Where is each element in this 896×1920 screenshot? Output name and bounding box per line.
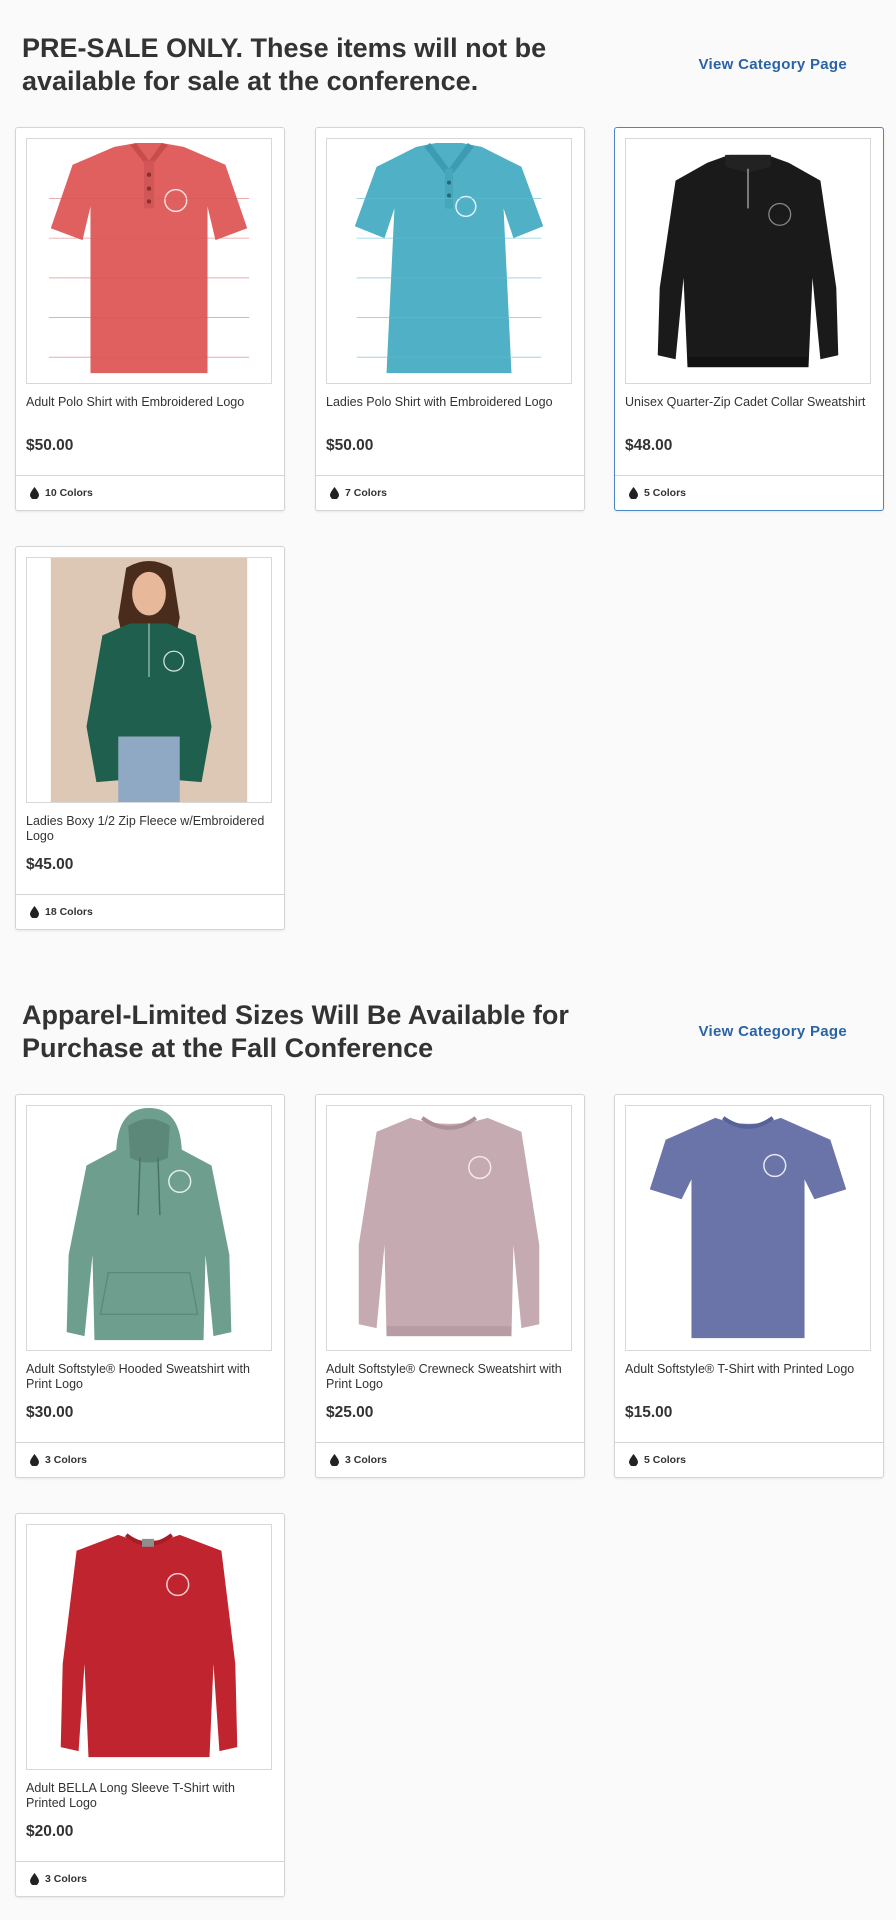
- product-image[interactable]: [26, 138, 272, 384]
- product-name[interactable]: Adult Polo Shirt with Embroidered Logo: [26, 395, 276, 410]
- product-card[interactable]: Adult Softstyle® Hooded Sweatshirt with …: [15, 1094, 285, 1478]
- t-shirt-image: [649, 1116, 847, 1339]
- section-title: PRE-SALE ONLY. These items will not be a…: [22, 33, 547, 96]
- droplet-icon: [30, 487, 39, 499]
- hooded-sweatshirt-image: [66, 1107, 232, 1341]
- card-footer: 3 Colors: [316, 1442, 584, 1477]
- product-name[interactable]: Ladies Polo Shirt with Embroidered Logo: [326, 395, 576, 410]
- product-image[interactable]: [26, 1524, 272, 1770]
- product-card[interactable]: Adult Polo Shirt with Embroidered Logo $…: [15, 127, 285, 511]
- polo-shirt-image: [354, 142, 544, 374]
- droplet-icon: [30, 1873, 39, 1885]
- product-image[interactable]: [625, 138, 871, 384]
- color-count: 5 Colors: [644, 487, 687, 499]
- polo-shirt-image: [48, 142, 250, 374]
- product-name[interactable]: Adult Softstyle® Crewneck Sweatshirt wit…: [326, 1362, 576, 1392]
- product-card[interactable]: Adult BELLA Long Sleeve T-Shirt with Pri…: [15, 1513, 285, 1897]
- quarter-zip-sweatshirt-image: [657, 154, 839, 368]
- product-price: $25.00: [326, 1404, 374, 1421]
- product-price: $50.00: [326, 437, 374, 454]
- section-header: Apparel-Limited Sizes Will Be Available …: [22, 967, 896, 1077]
- card-footer: 5 Colors: [615, 475, 883, 510]
- color-count: 5 Colors: [644, 1454, 687, 1466]
- product-name[interactable]: Adult Softstyle® Hooded Sweatshirt with …: [26, 1362, 276, 1392]
- product-card[interactable]: Ladies Polo Shirt with Embroidered Logo …: [315, 127, 585, 511]
- color-count: 3 Colors: [45, 1873, 88, 1885]
- product-price: $15.00: [625, 1404, 673, 1421]
- section-title: Apparel-Limited Sizes Will Be Available …: [22, 1000, 569, 1063]
- view-category-link[interactable]: View Category Page: [698, 1023, 847, 1040]
- product-name[interactable]: Ladies Boxy 1/2 Zip Fleece w/Embroidered…: [26, 814, 276, 844]
- crewneck-sweatshirt-image: [358, 1116, 540, 1337]
- card-footer: 18 Colors: [16, 894, 284, 929]
- long-sleeve-t-shirt-image: [60, 1533, 238, 1758]
- droplet-icon: [330, 1454, 339, 1466]
- droplet-icon: [30, 906, 39, 918]
- color-count: 7 Colors: [345, 487, 388, 499]
- product-card[interactable]: Ladies Boxy 1/2 Zip Fleece w/Embroidered…: [15, 546, 285, 930]
- product-price: $50.00: [26, 437, 74, 454]
- card-footer: 3 Colors: [16, 1861, 284, 1896]
- card-footer: 10 Colors: [16, 475, 284, 510]
- product-card[interactable]: Adult Softstyle® T-Shirt with Printed Lo…: [614, 1094, 884, 1478]
- color-count: 3 Colors: [345, 1454, 388, 1466]
- product-image[interactable]: [326, 138, 572, 384]
- product-price: $48.00: [625, 437, 673, 454]
- droplet-icon: [629, 1454, 638, 1466]
- product-image[interactable]: [625, 1105, 871, 1351]
- product-image[interactable]: [326, 1105, 572, 1351]
- card-footer: 7 Colors: [316, 475, 584, 510]
- product-name[interactable]: Unisex Quarter-Zip Cadet Collar Sweatshi…: [625, 395, 875, 410]
- product-image[interactable]: [26, 557, 272, 803]
- droplet-icon: [629, 487, 638, 499]
- product-price: $45.00: [26, 856, 74, 873]
- view-category-link[interactable]: View Category Page: [698, 56, 847, 73]
- color-count: 10 Colors: [45, 487, 93, 499]
- card-footer: 3 Colors: [16, 1442, 284, 1477]
- product-card[interactable]: Adult Softstyle® Crewneck Sweatshirt wit…: [315, 1094, 585, 1478]
- section-header: PRE-SALE ONLY. These items will not be a…: [22, 0, 896, 110]
- product-name[interactable]: Adult Softstyle® T-Shirt with Printed Lo…: [625, 1362, 875, 1377]
- half-zip-fleece-image: [50, 558, 248, 802]
- product-price: $30.00: [26, 1404, 74, 1421]
- card-footer: 5 Colors: [615, 1442, 883, 1477]
- droplet-icon: [30, 1454, 39, 1466]
- droplet-icon: [330, 487, 339, 499]
- product-image[interactable]: [26, 1105, 272, 1351]
- product-card[interactable]: Unisex Quarter-Zip Cadet Collar Sweatshi…: [614, 127, 884, 511]
- product-name[interactable]: Adult BELLA Long Sleeve T-Shirt with Pri…: [26, 1781, 276, 1811]
- color-count: 18 Colors: [45, 906, 93, 918]
- color-count: 3 Colors: [45, 1454, 88, 1466]
- product-price: $20.00: [26, 1823, 74, 1840]
